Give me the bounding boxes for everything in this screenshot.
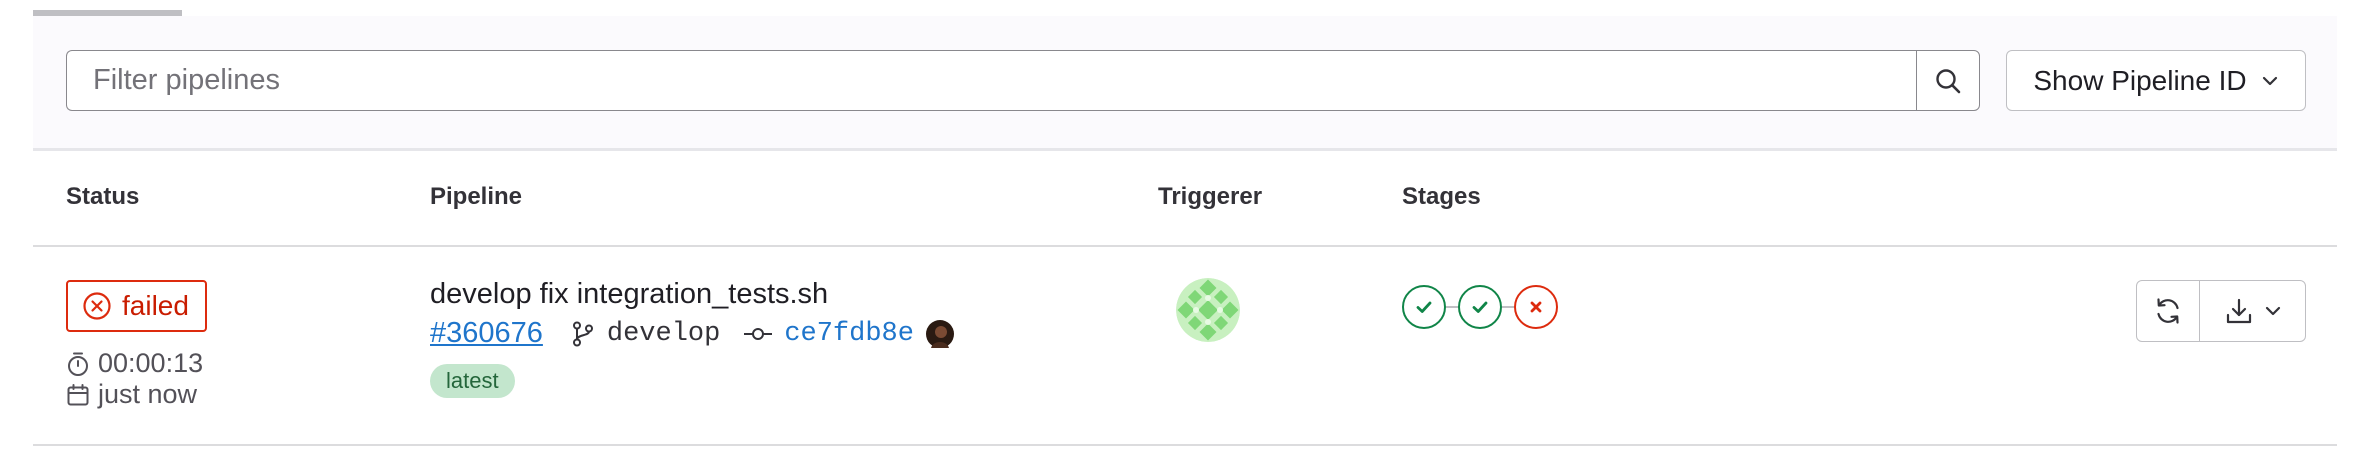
finished-time-value: just now <box>98 379 198 409</box>
stage-2-success[interactable] <box>1458 285 1502 329</box>
x-icon <box>1530 301 1542 313</box>
filter-bar: Show Pipeline ID <box>33 16 2337 151</box>
commit-author-avatar[interactable] <box>925 319 954 348</box>
calendar-icon <box>67 383 89 405</box>
search-button[interactable] <box>1916 50 1980 111</box>
triggerer-avatar[interactable] <box>1176 278 1240 342</box>
pipeline-ref-line: #360676 develop ce7fdb8e <box>430 317 954 350</box>
stage-connector <box>1502 306 1514 308</box>
stage-1-success[interactable] <box>1402 285 1446 329</box>
stage-connector <box>1446 306 1458 308</box>
commit-sha-link[interactable]: ce7fdb8e <box>784 319 914 349</box>
status-badge[interactable]: failed <box>66 280 207 332</box>
timer-icon <box>68 352 88 376</box>
commit-icon <box>744 327 773 340</box>
triggerer-column-header: Triggerer <box>1158 183 1263 210</box>
show-pipeline-id-dropdown[interactable]: Show Pipeline ID <box>2006 50 2306 111</box>
pipeline-stages <box>1402 285 1558 329</box>
retry-button[interactable] <box>2137 281 2200 341</box>
check-icon <box>1472 301 1488 313</box>
retry-icon <box>2157 298 2179 324</box>
filter-pipelines-input[interactable] <box>66 50 1916 111</box>
status-failed-icon <box>83 292 111 320</box>
download-artifacts-dropdown[interactable] <box>2200 281 2305 341</box>
table-header: Status Pipeline Triggerer Stages <box>33 148 2337 247</box>
duration: 00:00:13 <box>66 348 203 379</box>
check-icon <box>1416 301 1432 313</box>
branch-name[interactable]: develop <box>607 319 720 349</box>
stages-column-header: Stages <box>1402 183 1481 210</box>
stage-3-failed[interactable] <box>1514 285 1558 329</box>
pipeline-column-header: Pipeline <box>430 183 523 210</box>
chevron-down-icon <box>2265 306 2280 316</box>
status-column-header: Status <box>66 183 140 210</box>
finished-time: just now <box>66 379 197 410</box>
pipelines-panel: Show Pipeline ID Status Pipeline Trigger… <box>33 0 2337 450</box>
branch-icon <box>572 321 593 346</box>
duration-value: 00:00:13 <box>98 348 204 378</box>
commit-title[interactable]: develop fix integration_tests.sh <box>430 278 828 311</box>
row-actions <box>2136 280 2306 342</box>
pipeline-id-link[interactable]: #360676 <box>430 317 543 350</box>
search-icon <box>1936 68 1961 93</box>
status-label: failed <box>122 290 189 321</box>
download-icon <box>2226 298 2251 324</box>
table-row: failed 00:00:13 just now develop fix int… <box>33 247 2337 446</box>
chevron-down-icon <box>2262 76 2277 85</box>
latest-badge: latest <box>430 364 515 398</box>
show-pipeline-id-label: Show Pipeline ID <box>2033 64 2247 96</box>
